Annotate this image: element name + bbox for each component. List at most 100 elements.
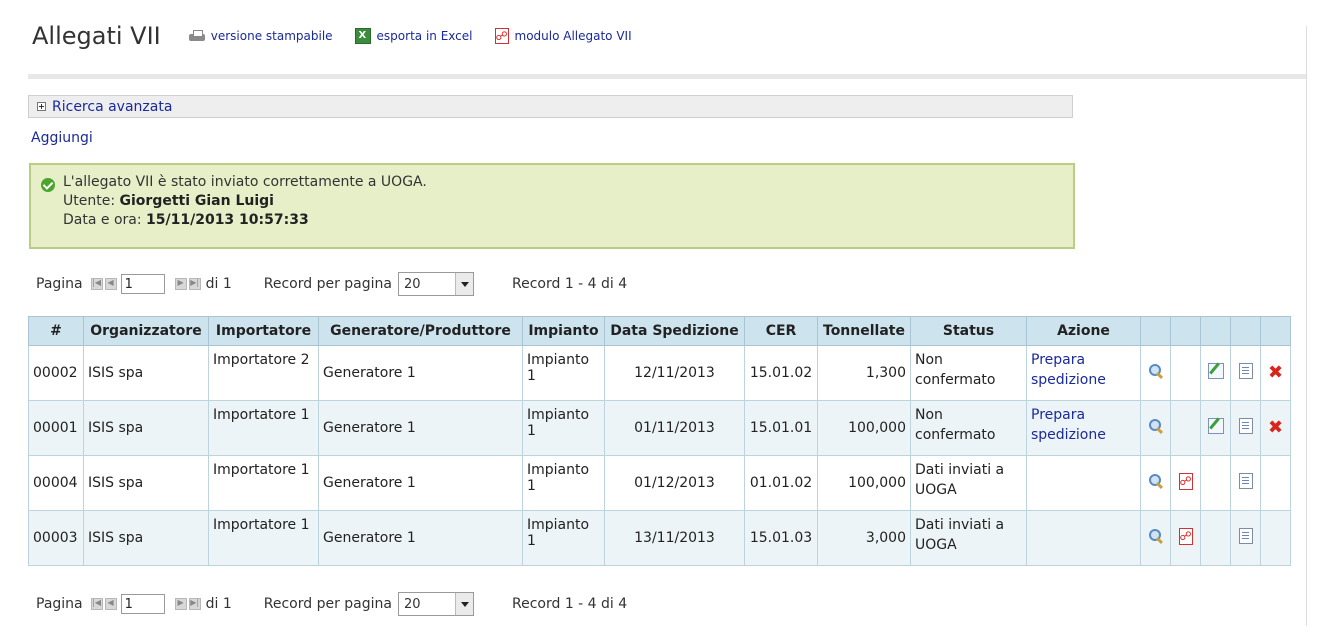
first-page-button[interactable]: |◀	[90, 278, 103, 290]
prev-page-button[interactable]: ◀	[104, 598, 117, 610]
chevron-down-icon	[455, 273, 473, 295]
export-excel-link[interactable]: esporta in Excel	[354, 28, 473, 44]
table-row: 00003 ISIS spa Importatore 1 Generatore …	[28, 510, 1291, 566]
cell-generatore: Generatore 1	[318, 400, 523, 456]
allegati-table: # Organizzatore Importatore Generatore/P…	[28, 316, 1291, 566]
col-header-generatore[interactable]: Generatore/Produttore	[318, 316, 523, 346]
col-header-edit	[1200, 316, 1231, 346]
cell-impianto: Impianto 1	[522, 455, 605, 511]
pdf-icon[interactable]	[1178, 527, 1193, 545]
cell-status: Dati inviati a UOGA	[910, 455, 1027, 511]
cell-importatore: Importatore 2	[208, 345, 319, 401]
cell-delete: ✖	[1260, 345, 1291, 401]
pager-of-label: di 1	[205, 276, 232, 292]
cell-tonnellate: 1,300	[817, 345, 911, 401]
table-row: 00004 ISIS spa Importatore 1 Generatore …	[28, 455, 1291, 511]
cell-copy	[1230, 345, 1261, 401]
message-user-value: Giorgetti Gian Luigi	[119, 193, 274, 209]
col-header-id[interactable]: #	[28, 316, 84, 346]
export-excel-label: esporta in Excel	[376, 29, 473, 43]
cell-data-spedizione: 13/11/2013	[604, 510, 745, 566]
cell-cer: 15.01.03	[744, 510, 818, 566]
delete-x-icon[interactable]: ✖	[1268, 364, 1283, 382]
copy-document-icon[interactable]	[1238, 418, 1253, 434]
copy-document-icon[interactable]	[1238, 528, 1253, 544]
excel-icon	[354, 28, 371, 44]
prev-page-button[interactable]: ◀	[104, 278, 117, 290]
message-date-label: Data e ora:	[63, 212, 142, 228]
table-row: 00002 ISIS spa Importatore 2 Generatore …	[28, 345, 1291, 401]
cell-view	[1140, 455, 1171, 511]
cell-pdf	[1170, 345, 1201, 401]
copy-document-icon[interactable]	[1238, 473, 1253, 489]
success-message: L'allegato VII è stato inviato correttam…	[29, 163, 1075, 249]
advanced-search-label: Ricerca avanzata	[52, 98, 173, 115]
printable-version-link[interactable]: versione stampabile	[188, 29, 333, 43]
table-row: 00001 ISIS spa Importatore 1 Generatore …	[28, 400, 1291, 456]
cell-cer: 15.01.01	[744, 400, 818, 456]
cell-edit	[1200, 455, 1231, 511]
next-page-button[interactable]: ▶	[174, 598, 187, 610]
cell-organizzatore: ISIS spa	[83, 455, 209, 511]
cell-generatore: Generatore 1	[318, 455, 523, 511]
pager-top: Pagina |◀ ◀ ▶ ▶| di 1 Record per pagina …	[36, 272, 627, 296]
col-header-status[interactable]: Status	[910, 316, 1027, 346]
last-page-button[interactable]: ▶|	[188, 278, 201, 290]
cell-data-spedizione: 01/12/2013	[604, 455, 745, 511]
cell-data-spedizione: 12/11/2013	[604, 345, 745, 401]
cell-copy	[1230, 400, 1261, 456]
cell-pdf	[1170, 400, 1201, 456]
col-header-data-spedizione[interactable]: Data Spedizione	[604, 316, 745, 346]
next-page-button[interactable]: ▶	[174, 278, 187, 290]
cell-tonnellate: 3,000	[817, 510, 911, 566]
cell-id: 00002	[28, 345, 84, 401]
cell-cer: 01.01.02	[744, 455, 818, 511]
cell-organizzatore: ISIS spa	[83, 400, 209, 456]
table-header-row: # Organizzatore Importatore Generatore/P…	[28, 316, 1291, 346]
cell-status: Dati inviati a UOGA	[910, 510, 1027, 566]
content-border	[1306, 26, 1307, 626]
copy-document-icon[interactable]	[1238, 363, 1253, 379]
first-page-button[interactable]: |◀	[90, 598, 103, 610]
col-header-cer[interactable]: CER	[744, 316, 818, 346]
prepare-shipment-link[interactable]: Prepara spedizione	[1026, 345, 1141, 401]
cell-tonnellate: 100,000	[817, 400, 911, 456]
view-magnifier-icon[interactable]	[1148, 473, 1164, 489]
message-user-label: Utente:	[63, 193, 116, 209]
cell-importatore: Importatore 1	[208, 455, 319, 511]
edit-icon[interactable]	[1207, 363, 1224, 379]
per-page-value: 20	[404, 597, 421, 612]
last-page-button[interactable]: ▶|	[188, 598, 201, 610]
view-magnifier-icon[interactable]	[1148, 418, 1164, 434]
page-number-input[interactable]	[120, 594, 165, 614]
cell-id: 00004	[28, 455, 84, 511]
per-page-label: Record per pagina	[263, 596, 392, 612]
per-page-select[interactable]: 20	[398, 272, 474, 296]
pdf-form-link[interactable]: modulo Allegato VII	[494, 28, 632, 44]
per-page-select[interactable]: 20	[398, 592, 474, 616]
col-header-importatore[interactable]: Importatore	[208, 316, 319, 346]
add-link[interactable]: Aggiungi	[31, 130, 93, 146]
cell-status: Non confermato	[910, 345, 1027, 401]
cell-delete	[1260, 455, 1291, 511]
cell-azione	[1026, 455, 1141, 511]
cell-view	[1140, 510, 1171, 566]
edit-icon[interactable]	[1207, 418, 1224, 434]
col-header-organizzatore[interactable]: Organizzatore	[83, 316, 209, 346]
col-header-impianto[interactable]: Impianto	[522, 316, 605, 346]
cell-organizzatore: ISIS spa	[83, 345, 209, 401]
advanced-search-toggle[interactable]: Ricerca avanzata	[28, 95, 1073, 118]
cell-edit	[1200, 345, 1231, 401]
cell-impianto: Impianto 1	[522, 400, 605, 456]
cell-pdf	[1170, 510, 1201, 566]
record-count: Record 1 - 4 di 4	[512, 276, 628, 292]
delete-x-icon[interactable]: ✖	[1268, 419, 1283, 437]
cell-cer: 15.01.02	[744, 345, 818, 401]
page-number-input[interactable]	[120, 274, 165, 294]
view-magnifier-icon[interactable]	[1148, 528, 1164, 544]
prepare-shipment-link[interactable]: Prepara spedizione	[1026, 400, 1141, 456]
view-magnifier-icon[interactable]	[1148, 363, 1164, 379]
col-header-tonnellate[interactable]: Tonnellate	[817, 316, 911, 346]
per-page-value: 20	[404, 277, 421, 292]
pdf-icon[interactable]	[1178, 472, 1193, 490]
